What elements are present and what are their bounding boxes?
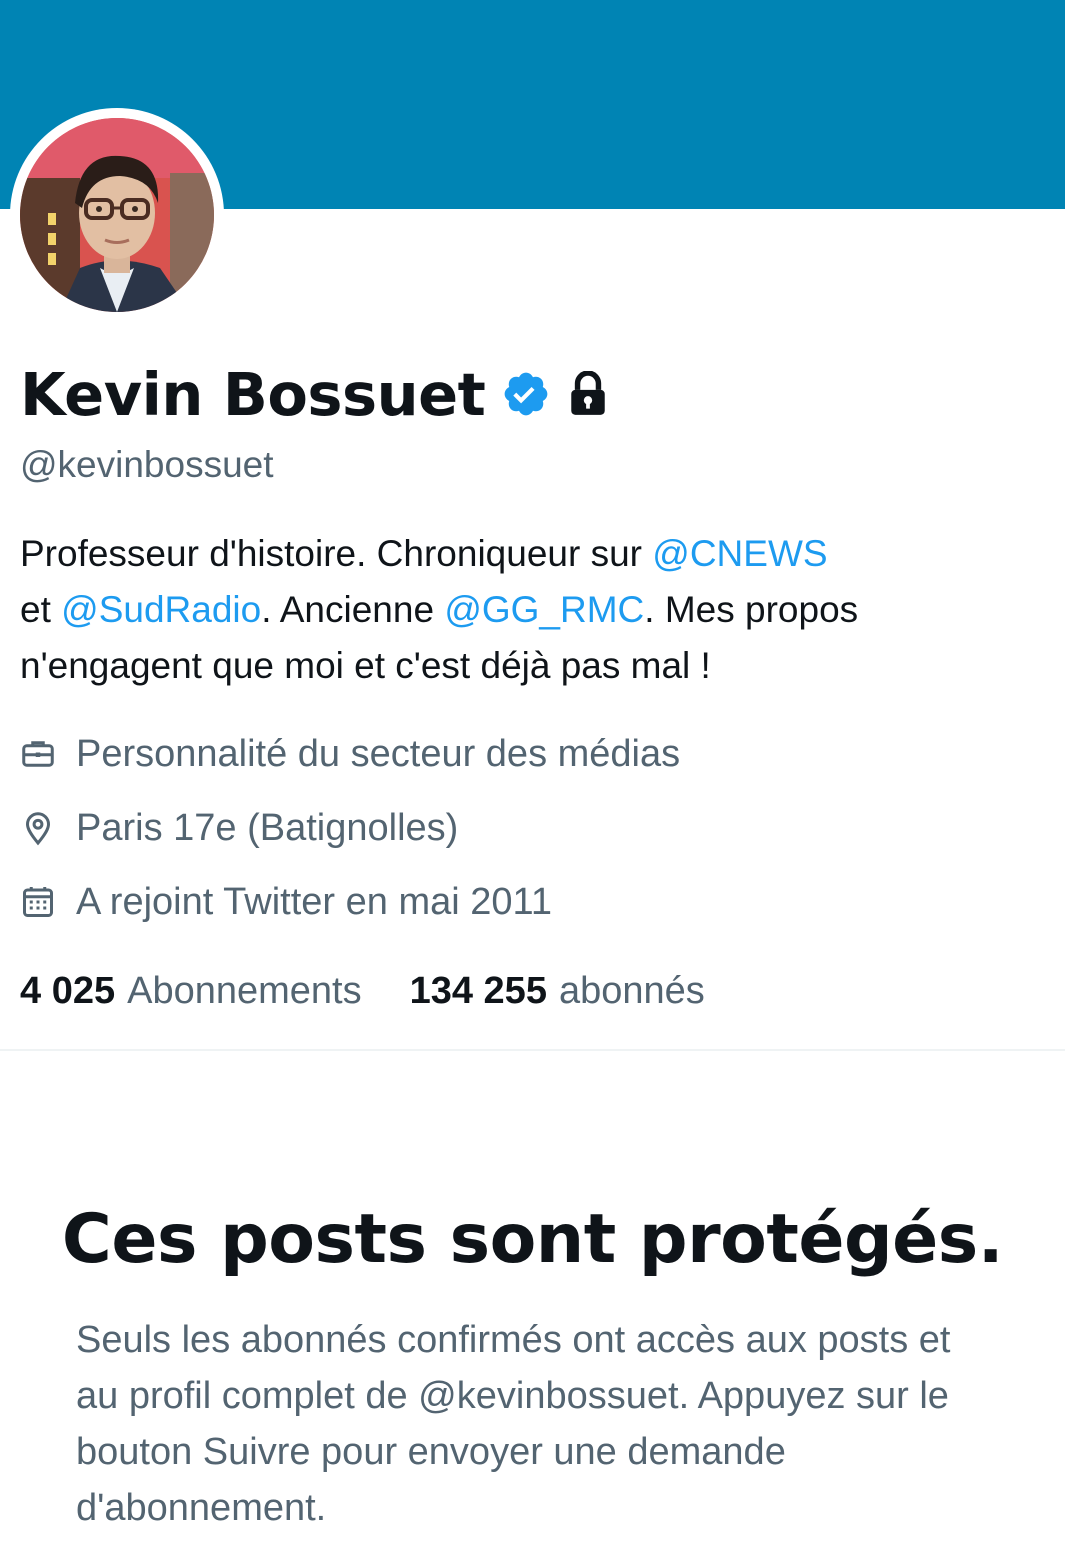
bio-text: . Ancienne: [261, 589, 445, 630]
followers-label: abonnés: [558, 969, 705, 1012]
avatar[interactable]: [20, 118, 214, 312]
following-label: Abonnements: [127, 969, 362, 1012]
name-row: Kevin Bossuet: [20, 358, 609, 430]
display-name: Kevin Bossuet: [20, 359, 486, 429]
divider: [0, 1049, 1065, 1051]
profile-handle: @kevinbossuet: [20, 444, 274, 485]
briefcase-icon: [20, 736, 56, 772]
joined-text: A rejoint Twitter en mai 2011: [76, 880, 552, 923]
calendar-icon: [20, 884, 56, 920]
avatar-ring: [10, 108, 224, 322]
following-count: 4 025: [20, 969, 116, 1012]
bio-text: Professeur d'histoire. Chroniqueur sur: [20, 533, 653, 574]
profile-page: Kevin Bossuet @kevinbossuet Professeur d…: [0, 0, 1065, 1553]
profile-bio: Professeur d'histoire. Chroniqueur sur @…: [20, 526, 1050, 694]
profile-stats: 4 025 Abonnements 134 255 abonnés: [20, 964, 705, 1018]
category-text: Personnalité du secteur des médias: [76, 732, 681, 775]
protected-description: Seuls les abonnés confirmés ont accès au…: [76, 1319, 951, 1529]
bio-text: et: [20, 589, 62, 630]
protected-title: Ces posts sont protégés.: [61, 1200, 1004, 1279]
location-text: Paris 17e (Batignolles): [76, 806, 459, 849]
lock-icon: [567, 371, 609, 417]
meta-location: Paris 17e (Batignolles): [20, 803, 458, 853]
meta-category: Personnalité du secteur des médias: [20, 729, 680, 779]
location-pin-icon: [20, 810, 56, 846]
bio-mention-gg-rmc[interactable]: @GG_RMC: [444, 589, 644, 630]
followers-count: 134 255: [409, 969, 547, 1012]
bio-mention-sudradio[interactable]: @SudRadio: [61, 589, 261, 630]
meta-joined: A rejoint Twitter en mai 2011: [20, 877, 552, 927]
bio-mention-cnews[interactable]: @CNEWS: [652, 533, 827, 574]
followers-link[interactable]: 134 255 abonnés: [410, 970, 705, 1013]
verified-badge-icon[interactable]: [501, 369, 551, 419]
following-link[interactable]: 4 025 Abonnements: [20, 970, 362, 1013]
